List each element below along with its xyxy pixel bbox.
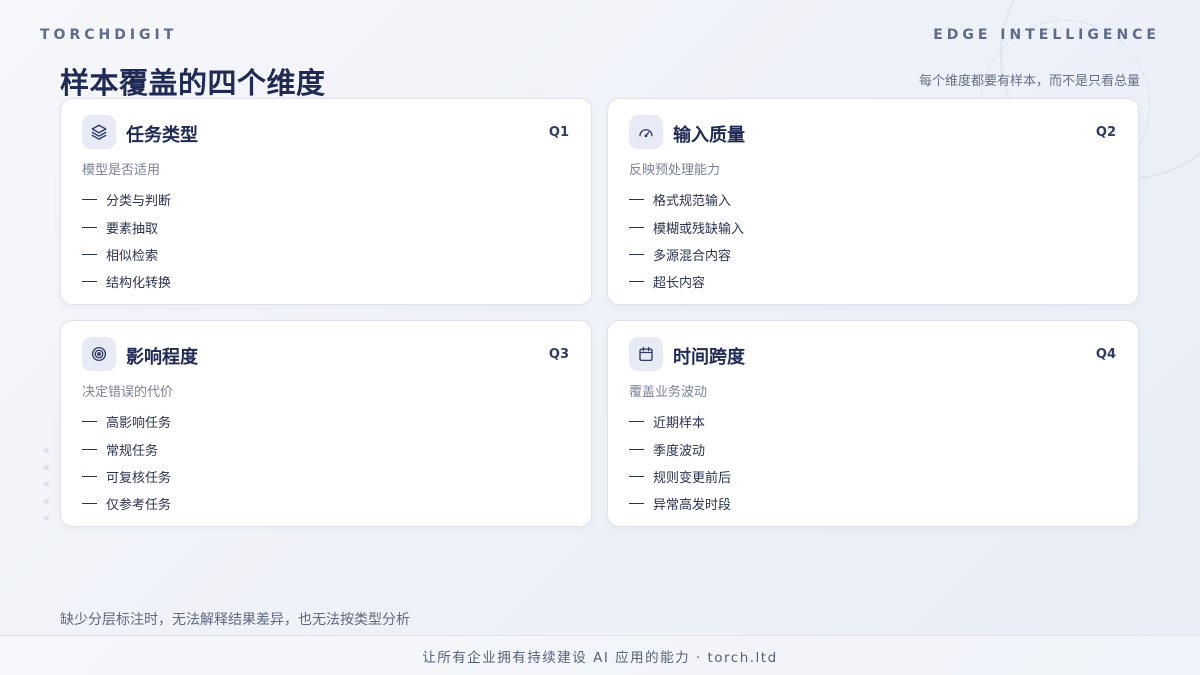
card-description: 决定错误的代价 <box>82 385 174 400</box>
card-tag: Q4 <box>1095 347 1116 362</box>
list-item: 多源混合内容 <box>629 241 744 268</box>
card-time-span: 时间跨度 Q4 覆盖业务波动 近期样本 季度波动 规则变更前后 异常高发时段 <box>607 320 1139 527</box>
calendar-icon <box>629 337 663 371</box>
card-input-quality: 输入质量 Q2 反映预处理能力 格式规范输入 模糊或残缺输入 多源混合内容 超长… <box>607 98 1139 305</box>
list-item: 仅参考任务 <box>82 490 171 517</box>
gauge-icon <box>629 115 663 149</box>
card-tag: Q1 <box>548 125 569 140</box>
card-description: 覆盖业务波动 <box>629 385 708 400</box>
card-title: 时间跨度 <box>673 347 745 368</box>
card-description: 模型是否适用 <box>82 163 161 178</box>
card-impact-level: 影响程度 Q3 决定错误的代价 高影响任务 常规任务 可复核任务 仅参考任务 <box>60 320 592 527</box>
brand-left: TORCHDIGIT <box>40 27 178 43</box>
list-item: 格式规范输入 <box>629 186 744 213</box>
footnote: 缺少分层标注时，无法解释结果差异，也无法按类型分析 <box>60 612 410 628</box>
page-title: 样本覆盖的四个维度 <box>60 66 326 100</box>
card-list: 分类与判断 要素抽取 相似检索 结构化转换 <box>82 186 171 296</box>
card-tag: Q2 <box>1095 125 1116 140</box>
card-list: 近期样本 季度波动 规则变更前后 异常高发时段 <box>629 408 731 518</box>
page-subtitle: 每个维度都要有样本，而不是只看总量 <box>918 74 1140 89</box>
card-list: 高影响任务 常规任务 可复核任务 仅参考任务 <box>82 408 171 518</box>
bottom-bar: 让所有企业拥有持续建设 AI 应用的能力 · torch.ltd <box>0 635 1200 675</box>
list-item: 要素抽取 <box>82 213 171 240</box>
list-item: 相似检索 <box>82 241 171 268</box>
card-task-type: 任务类型 Q1 模型是否适用 分类与判断 要素抽取 相似检索 结构化转换 <box>60 98 592 305</box>
card-description: 反映预处理能力 <box>629 163 721 178</box>
list-item: 异常高发时段 <box>629 490 731 517</box>
card-title: 任务类型 <box>126 125 198 146</box>
list-item: 近期样本 <box>629 408 731 435</box>
target-icon <box>82 337 116 371</box>
list-item: 模糊或残缺输入 <box>629 213 744 240</box>
decorative-dots <box>44 448 54 528</box>
card-title: 输入质量 <box>673 125 745 146</box>
list-item: 超长内容 <box>629 268 744 295</box>
bottom-bar-text: 让所有企业拥有持续建设 AI 应用的能力 · torch.ltd <box>422 649 778 666</box>
layers-icon <box>82 115 116 149</box>
list-item: 可复核任务 <box>82 463 171 490</box>
list-item: 高影响任务 <box>82 408 171 435</box>
list-item: 分类与判断 <box>82 186 171 213</box>
brand-right: EDGE INTELLIGENCE <box>933 27 1160 43</box>
list-item: 常规任务 <box>82 435 171 462</box>
card-title: 影响程度 <box>126 347 198 368</box>
card-list: 格式规范输入 模糊或残缺输入 多源混合内容 超长内容 <box>629 186 744 296</box>
list-item: 规则变更前后 <box>629 463 731 490</box>
list-item: 结构化转换 <box>82 268 171 295</box>
list-item: 季度波动 <box>629 435 731 462</box>
card-tag: Q3 <box>548 347 569 362</box>
